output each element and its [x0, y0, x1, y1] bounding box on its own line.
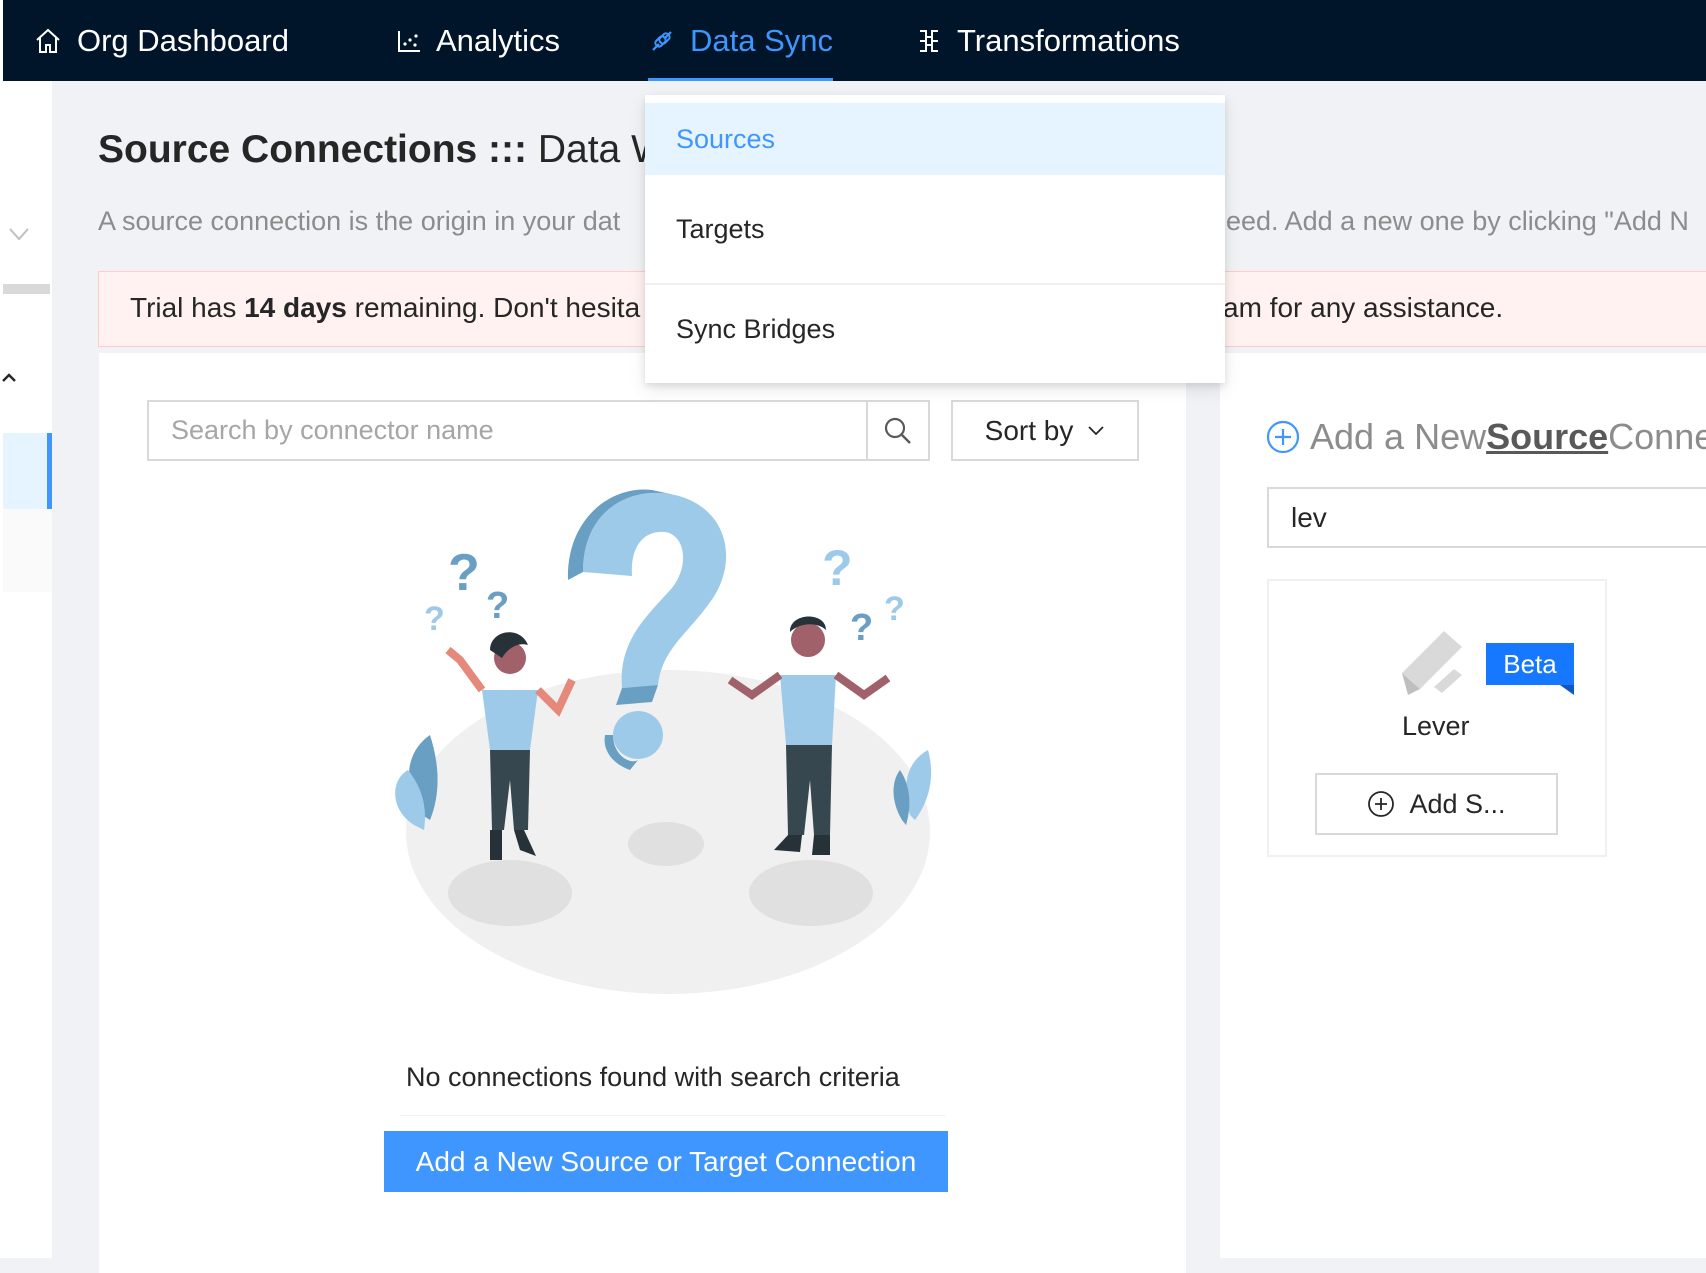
- menu-item-sync-bridges[interactable]: Sync Bridges: [645, 285, 1225, 373]
- menu-item-sources[interactable]: Sources: [645, 103, 1225, 175]
- sidebar-divider: [3, 284, 50, 294]
- connector-name: Lever: [1402, 711, 1470, 741]
- divider: [400, 1115, 945, 1116]
- trial-alert-text: Trial has 14 days remaining. Don't hesit…: [130, 292, 640, 324]
- alert-post: remaining. Don't hesita: [346, 292, 641, 323]
- heading-pre: Add a New: [1310, 416, 1487, 457]
- nav-label: Analytics: [436, 22, 561, 58]
- page-title: Source Connections ::: Data Wa: [98, 128, 688, 172]
- chevron-down-icon[interactable]: [8, 226, 30, 242]
- sort-dropdown[interactable]: Sort by: [951, 400, 1139, 461]
- svg-text:?: ?: [486, 585, 509, 627]
- heading-post: Conne: [1608, 416, 1706, 457]
- chart-icon: [398, 30, 420, 52]
- alert-days: 14 days: [244, 292, 347, 323]
- svg-text:?: ?: [448, 544, 480, 602]
- search-box: [147, 400, 930, 461]
- sidebar-item-selected[interactable]: [3, 433, 52, 509]
- svg-text:?: ?: [850, 607, 873, 649]
- chevron-down-icon: [1088, 425, 1104, 435]
- plus-circle-icon: [1266, 420, 1300, 454]
- page-title-bold: Source Connections :::: [98, 128, 528, 171]
- add-source-button[interactable]: Add S...: [1315, 773, 1558, 835]
- sort-label: Sort by: [984, 414, 1074, 446]
- sync-link-icon: [652, 30, 672, 51]
- beta-badge-tail: [1560, 685, 1574, 695]
- lever-logo-icon: [1402, 631, 1462, 695]
- heading-bold: Source: [1486, 416, 1609, 457]
- data-sync-menu: Sources Targets Sync Bridges: [645, 95, 1225, 383]
- nav-label: Transformations: [957, 22, 1180, 58]
- nav-analytics[interactable]: Analytics: [396, 0, 560, 81]
- menu-item-targets[interactable]: Targets: [645, 175, 1225, 283]
- nav-transformations[interactable]: Transformations: [915, 0, 1180, 81]
- empty-state-message: No connections found with search criteri…: [406, 1062, 900, 1092]
- svg-text:?: ?: [424, 600, 445, 638]
- beta-badge: Beta: [1486, 643, 1574, 685]
- nav-label: Data Sync: [690, 22, 834, 58]
- sidebar-item[interactable]: [3, 509, 52, 592]
- trial-alert-text-right: am for any assistance.: [1223, 292, 1504, 323]
- nav-label: Org Dashboard: [77, 22, 289, 58]
- page-description-right: eed. Add a new one by clicking "Add N: [1226, 206, 1689, 236]
- nav-data-sync[interactable]: Data Sync: [648, 0, 834, 81]
- plus-circle-icon: [1368, 791, 1395, 817]
- search-button[interactable]: [866, 402, 928, 459]
- sidebar: [0, 81, 52, 1258]
- top-nav-bar: Org Dashboard Analytics Data Sync Transf…: [0, 0, 1706, 81]
- svg-text:?: ?: [884, 590, 905, 628]
- chevron-up-icon[interactable]: [0, 371, 18, 385]
- alert-pre: Trial has: [130, 292, 245, 323]
- add-source-label: Add S...: [1409, 788, 1506, 819]
- connector-filter-input[interactable]: lev: [1267, 487, 1706, 548]
- home-icon: [36, 28, 60, 53]
- search-icon: [884, 417, 911, 444]
- search-input[interactable]: [149, 402, 869, 459]
- nav-org-dashboard[interactable]: Org Dashboard: [33, 0, 289, 81]
- add-connection-button[interactable]: Add a New Source or Target Connection: [384, 1131, 948, 1192]
- svg-text:?: ?: [822, 540, 853, 596]
- empty-state-illustration: ? ? ? ? ? ?: [395, 489, 932, 994]
- transform-icon: [920, 29, 938, 52]
- add-source-heading: Add a New Source Conne: [1266, 415, 1706, 459]
- page-description: A source connection is the origin in you…: [98, 206, 621, 236]
